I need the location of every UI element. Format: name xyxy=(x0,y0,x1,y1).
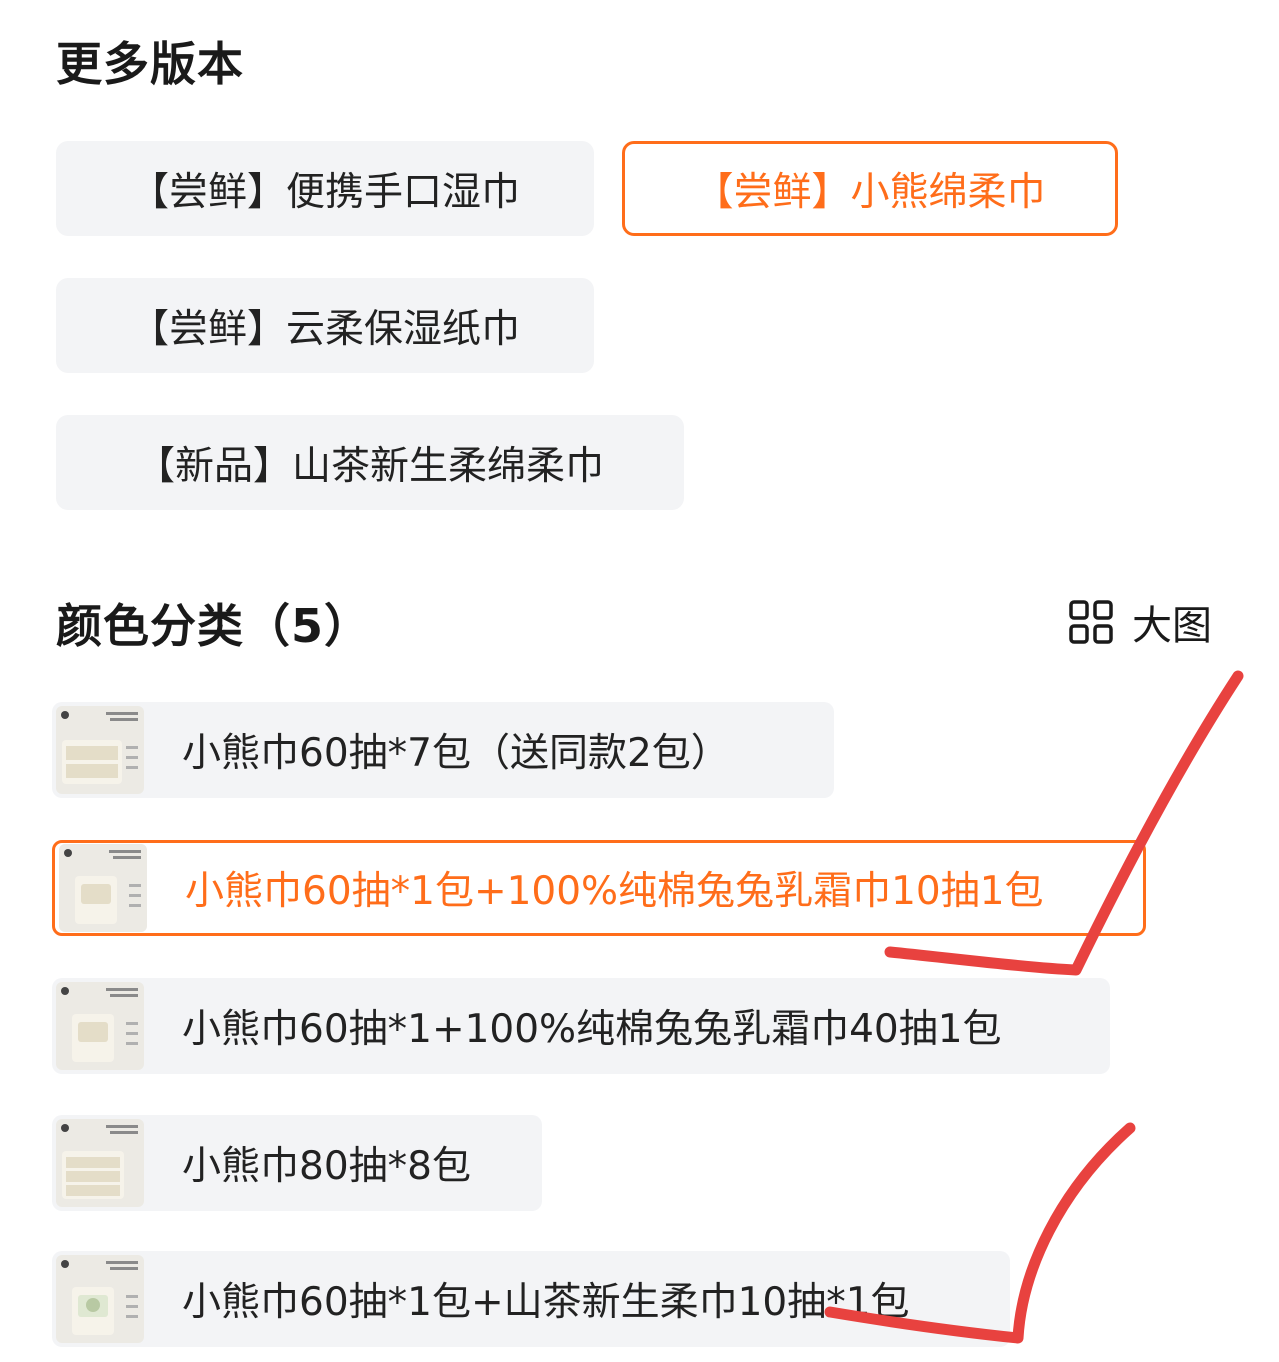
sku-label: 小熊巾60抽*7包（送同款2包） xyxy=(182,731,730,776)
version-chip-portable-wipes[interactable]: 【尝鲜】便携手口湿巾 xyxy=(56,141,594,236)
product-thumbnail xyxy=(56,706,144,794)
product-thumbnail xyxy=(56,1255,144,1343)
sku-label: 小熊巾60抽*1包+100%纯棉兔兔乳霜巾10抽1包 xyxy=(185,869,1044,914)
version-chip-cloud-moist-tissue[interactable]: 【尝鲜】云柔保湿纸巾 xyxy=(56,278,594,373)
product-thumbnail xyxy=(56,1119,144,1207)
sku-label: 小熊巾60抽*1+100%纯棉兔兔乳霜巾40抽1包 xyxy=(182,1007,1002,1052)
sku-option-2[interactable]: 小熊巾60抽*1包+100%纯棉兔兔乳霜巾10抽1包 xyxy=(52,840,1146,936)
versions-title: 更多版本 xyxy=(56,37,244,91)
sku-option-1[interactable]: 小熊巾60抽*7包（送同款2包） xyxy=(52,702,834,798)
large-image-label: 大图 xyxy=(1132,603,1212,649)
sku-label: 小熊巾60抽*1包+山茶新生柔巾10抽*1包 xyxy=(182,1280,910,1325)
sku-label: 小熊巾80抽*8包 xyxy=(182,1144,471,1189)
product-thumbnail xyxy=(56,982,144,1070)
large-image-toggle[interactable]: 大图 xyxy=(1068,596,1212,649)
product-thumbnail xyxy=(59,844,147,932)
version-chip-camellia-soft-towel[interactable]: 【新品】山茶新生柔绵柔巾 xyxy=(56,415,684,510)
sku-option-5[interactable]: 小熊巾60抽*1包+山茶新生柔巾10抽*1包 xyxy=(52,1251,1010,1347)
sku-option-3[interactable]: 小熊巾60抽*1+100%纯棉兔兔乳霜巾40抽1包 xyxy=(52,978,1110,1074)
sku-option-4[interactable]: 小熊巾80抽*8包 xyxy=(52,1115,542,1211)
version-chip-bear-soft-towel[interactable]: 【尝鲜】小熊绵柔巾 xyxy=(622,141,1118,236)
grid-icon xyxy=(1069,600,1113,644)
colors-title: 颜色分类（5） xyxy=(56,599,372,653)
